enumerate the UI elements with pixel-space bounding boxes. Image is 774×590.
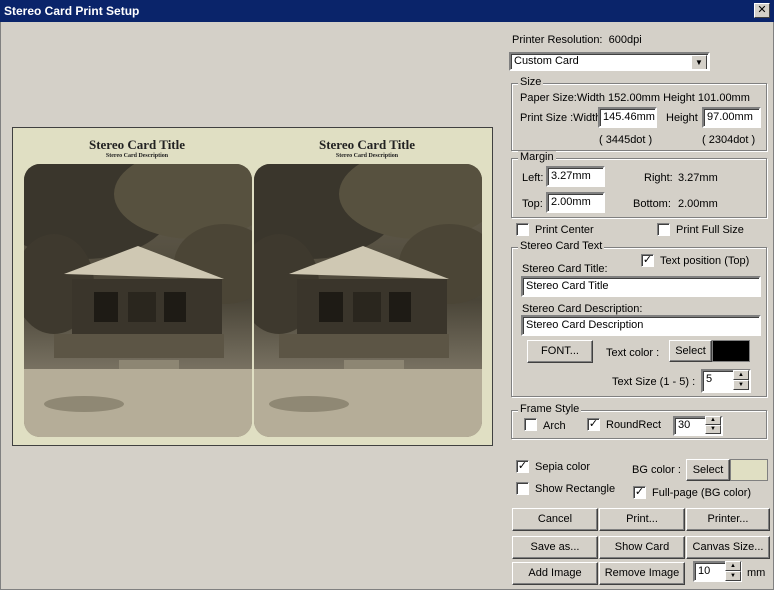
- arch-checkbox[interactable]: [524, 418, 537, 431]
- margin-left-input[interactable]: 3.27mm: [546, 166, 605, 187]
- temple-image: [254, 164, 482, 437]
- margin-top-input[interactable]: 2.00mm: [546, 192, 605, 213]
- cancel-button[interactable]: Cancel: [512, 508, 598, 531]
- remove-image-button[interactable]: Remove Image: [599, 562, 685, 585]
- margin-right-value: 3.27mm: [678, 172, 718, 184]
- card-preview: Stereo Card Title Stereo Card Descriptio…: [12, 127, 493, 446]
- roundrect-label: RoundRect: [606, 419, 662, 431]
- right-card-title: Stereo Card Title: [318, 137, 416, 152]
- printer-button[interactable]: Printer...: [686, 508, 770, 531]
- left-card-title: Stereo Card Title: [88, 137, 186, 152]
- full-page-label: Full-page (BG color): [652, 487, 752, 499]
- title-bar: Stereo Card Print Setup: [0, 0, 774, 22]
- height-dots: ( 2304dot ): [702, 134, 756, 146]
- print-center-label: Print Center: [535, 224, 594, 236]
- left-photo: [24, 164, 252, 437]
- right-photo: [254, 164, 482, 437]
- spin-down-icon[interactable]: ▼: [733, 380, 749, 390]
- card-type-select[interactable]: Custom Card ▼: [509, 52, 710, 71]
- print-width-input[interactable]: 145.46mm: [598, 107, 657, 128]
- show-card-button[interactable]: Show Card: [599, 536, 685, 559]
- text-color-label: Text color :: [606, 347, 660, 359]
- paper-size: Paper Size:Width 152.00mm Height 101.00m…: [520, 92, 750, 104]
- show-rectangle-checkbox[interactable]: [516, 482, 529, 495]
- roundrect-checkbox[interactable]: ✓: [587, 418, 600, 431]
- print-height-input[interactable]: 97.00mm: [702, 107, 761, 128]
- full-page-checkbox[interactable]: ✓: [633, 486, 646, 499]
- corner-radius-spinner[interactable]: ▲ ▼: [705, 416, 721, 435]
- margin-bottom-value: 2.00mm: [678, 198, 718, 210]
- close-button[interactable]: ✕: [754, 3, 770, 18]
- height-label: Height: [666, 112, 698, 124]
- print-full-size-checkbox[interactable]: [657, 223, 670, 236]
- spin-down-icon[interactable]: ▼: [705, 425, 721, 434]
- printer-resolution-value: 600dpi: [608, 34, 642, 46]
- text-position-label: Text position (Top): [660, 255, 750, 267]
- print-button[interactable]: Print...: [599, 508, 685, 531]
- card-description-label: Stereo Card Description:: [522, 303, 643, 315]
- chevron-down-icon[interactable]: ▼: [691, 55, 707, 69]
- save-as-button[interactable]: Save as...: [512, 536, 598, 559]
- text-size-label: Text Size (1 - 5) :: [612, 376, 696, 388]
- text-color-swatch: [712, 340, 750, 362]
- margin-top-label: Top:: [522, 198, 543, 210]
- canvas-size-button[interactable]: Canvas Size...: [686, 536, 770, 559]
- card-title-input[interactable]: Stereo Card Title: [521, 276, 761, 297]
- card-title-label: Stereo Card Title:: [522, 263, 608, 275]
- sepia-checkbox[interactable]: ✓: [516, 460, 529, 473]
- font-button[interactable]: FONT...: [527, 340, 593, 363]
- margin-bottom-label: Bottom:: [633, 198, 671, 210]
- text-size-spinner[interactable]: ▲ ▼: [733, 370, 749, 391]
- bg-color-select-button[interactable]: Select: [686, 459, 730, 481]
- right-card-description: Stereo Card Description: [335, 153, 399, 159]
- spin-up-icon[interactable]: ▲: [725, 561, 741, 571]
- text-color-select-button[interactable]: Select: [669, 340, 712, 362]
- print-full-size-label: Print Full Size: [676, 224, 744, 236]
- printer-resolution-label: Printer Resolution: 600dpi: [512, 34, 642, 46]
- image-spacing-spinner[interactable]: ▲ ▼: [725, 561, 741, 582]
- window-title: Stereo Card Print Setup: [4, 4, 140, 18]
- bg-color-swatch: [730, 459, 768, 481]
- spin-up-icon[interactable]: ▲: [733, 370, 749, 380]
- left-card-description: Stereo Card Description: [105, 153, 169, 159]
- close-icon: ✕: [757, 4, 767, 16]
- spacing-unit: mm: [747, 567, 766, 579]
- temple-image: [24, 164, 252, 437]
- bg-color-label: BG color :: [632, 464, 681, 476]
- arch-label: Arch: [543, 420, 566, 432]
- spin-down-icon[interactable]: ▼: [725, 571, 741, 581]
- show-rectangle-label: Show Rectangle: [535, 483, 616, 495]
- sepia-label: Sepia color: [535, 461, 591, 473]
- text-position-checkbox[interactable]: ✓: [641, 254, 654, 267]
- margin-left-label: Left:: [522, 172, 544, 184]
- margin-right-label: Right:: [644, 172, 673, 184]
- spin-up-icon[interactable]: ▲: [705, 416, 721, 425]
- print-center-checkbox[interactable]: [516, 223, 529, 236]
- card-description-input[interactable]: Stereo Card Description: [521, 315, 761, 336]
- width-dots: ( 3445dot ): [599, 134, 653, 146]
- print-size-width-label: Print Size :Width: [520, 112, 602, 124]
- add-image-button[interactable]: Add Image: [512, 562, 598, 585]
